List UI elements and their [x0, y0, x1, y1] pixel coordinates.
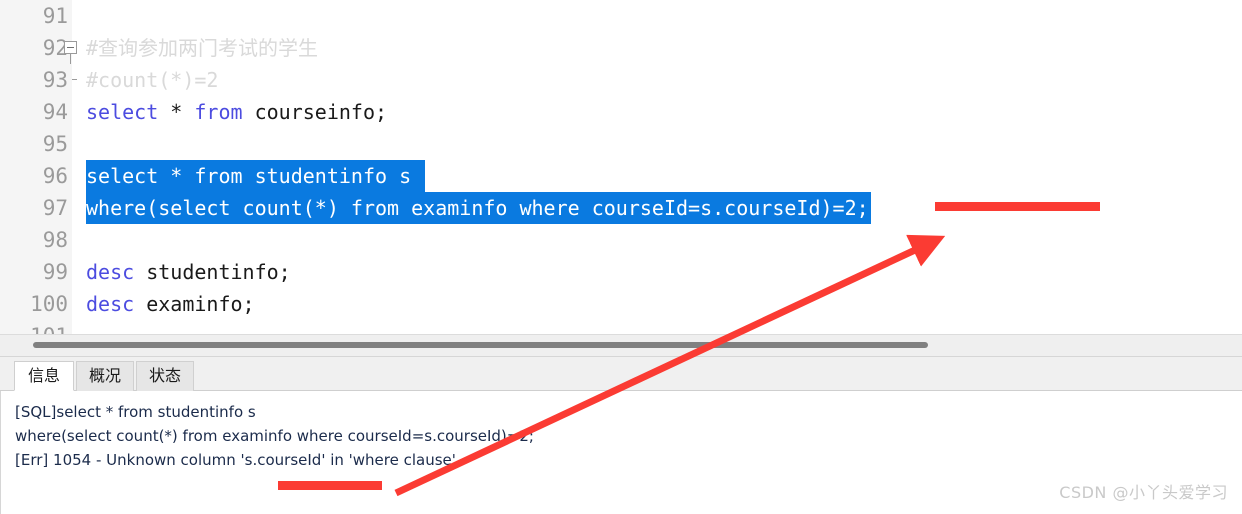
code-token: select — [86, 100, 159, 124]
sql-editor[interactable]: 91 92 #查询参加两门考试的学生 93 #count(*)=2 94 select * … — [0, 0, 1242, 334]
fold-collapse-icon[interactable] — [64, 41, 77, 54]
fold-column[interactable] — [62, 256, 86, 288]
code-line[interactable]: 94 select * from courseinfo; — [0, 96, 1242, 128]
code-line[interactable]: 92 #查询参加两门考试的学生 — [0, 32, 1242, 80]
code-line[interactable]: 100 desc examinfo; — [0, 288, 1242, 320]
code-text[interactable]: select * from courseinfo; — [86, 96, 387, 128]
fold-column[interactable] — [62, 64, 86, 96]
code-token: where(select count(*) from examinfo wher… — [86, 196, 869, 220]
fold-column[interactable] — [62, 224, 86, 256]
code-line[interactable]: 98 — [0, 224, 1242, 256]
message-line-sql: [SQL]select * from studentinfo s — [15, 403, 256, 421]
code-token: * — [158, 100, 195, 124]
code-token: examinfo; — [134, 292, 255, 316]
code-lines[interactable]: 91 92 #查询参加两门考试的学生 93 #count(*)=2 94 select * … — [0, 0, 1242, 334]
code-line[interactable]: 95 — [0, 128, 1242, 160]
fold-column[interactable] — [62, 192, 86, 224]
fold-column[interactable] — [62, 288, 86, 320]
editor-horizontal-scrollbar[interactable] — [0, 334, 1242, 356]
fold-column[interactable] — [62, 160, 86, 192]
code-line[interactable]: 99 desc studentinfo; — [0, 256, 1242, 288]
result-panel: 信息 概况 状态 [SQL]select * from studentinfo … — [0, 356, 1242, 514]
code-text[interactable]: desc studentinfo; — [86, 256, 291, 288]
result-tabstrip[interactable]: 信息 概况 状态 — [0, 357, 1242, 391]
tab-profile[interactable]: 概况 — [76, 361, 134, 391]
code-line[interactable]: 101 — [0, 320, 1242, 334]
code-line[interactable]: 96 select * from studentinfo s — [0, 160, 1242, 192]
fold-column[interactable] — [62, 32, 86, 80]
scrollbar-thumb[interactable] — [33, 342, 928, 348]
message-output[interactable]: [SQL]select * from studentinfo s where(s… — [0, 391, 1242, 514]
tab-info[interactable]: 信息 — [14, 361, 74, 391]
code-text[interactable]: desc examinfo; — [86, 288, 255, 320]
code-line[interactable]: 93 #count(*)=2 — [0, 64, 1242, 96]
csdn-watermark: CSDN @小丫头爱学习 — [1059, 483, 1228, 502]
message-line-error: [Err] 1054 - Unknown column 's.courseId'… — [15, 451, 456, 469]
code-line[interactable]: 97 where(select count(*) from examinfo wh… — [0, 192, 1242, 224]
code-token: #查询参加两门考试的学生 — [86, 36, 319, 60]
code-token: desc — [86, 292, 135, 316]
code-text[interactable]: #count(*)=2 — [86, 64, 218, 96]
message-line-sql-cont: where(select count(*) from examinfo wher… — [15, 427, 534, 445]
fold-column[interactable] — [62, 0, 86, 32]
fold-column[interactable] — [62, 96, 86, 128]
code-token: studentinfo; — [134, 260, 291, 284]
code-token: #count(*)=2 — [86, 68, 219, 92]
fold-column[interactable] — [62, 128, 86, 160]
code-token: desc — [86, 260, 135, 284]
code-token: select * from studentinfo s — [86, 164, 424, 188]
code-token: from — [194, 100, 243, 124]
code-text[interactable]: #查询参加两门考试的学生 — [86, 32, 318, 64]
code-text[interactable]: select * from studentinfo s — [86, 160, 426, 192]
code-text[interactable]: where(select count(*) from examinfo wher… — [86, 192, 871, 224]
code-line[interactable]: 91 — [0, 0, 1242, 32]
code-token: courseinfo; — [242, 100, 388, 124]
tab-status[interactable]: 状态 — [136, 361, 194, 391]
fold-column[interactable] — [62, 320, 86, 334]
